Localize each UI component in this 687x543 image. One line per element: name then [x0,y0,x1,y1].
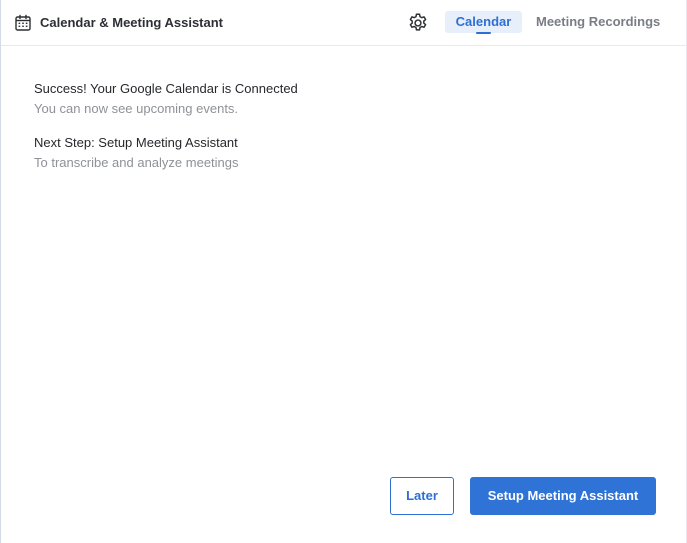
message-title: Next Step: Setup Meeting Assistant [34,135,238,150]
header-bar: Calendar & Meeting Assistant Calendar Me… [1,0,686,46]
tab-label: Calendar [455,14,512,29]
calendar-icon [15,14,31,31]
tab-meeting-recordings[interactable]: Meeting Recordings [536,11,660,33]
message-title: Success! Your Google Calendar is Connect… [34,81,298,96]
app-title: Calendar & Meeting Assistant [40,15,224,30]
next-step-message: Next Step: Setup Meeting Assistant To tr… [34,134,634,171]
status-message: Success! Your Google Calendar is Connect… [34,80,634,117]
setup-meeting-assistant-button[interactable]: Setup Meeting Assistant [470,477,656,515]
main-content: Success! Your Google Calendar is Connect… [34,80,634,188]
tab-calendar[interactable]: Calendar [445,11,522,34]
message-subtitle: To transcribe and analyze meetings [34,155,239,170]
tab-label: Meeting Recordings [536,14,661,29]
gear-icon[interactable] [407,12,429,34]
app-window: Calendar & Meeting Assistant Calendar Me… [0,0,687,543]
message-subtitle: You can now see upcoming events. [34,101,239,116]
active-tab-indicator [476,32,491,34]
later-button[interactable]: Later [390,477,454,515]
